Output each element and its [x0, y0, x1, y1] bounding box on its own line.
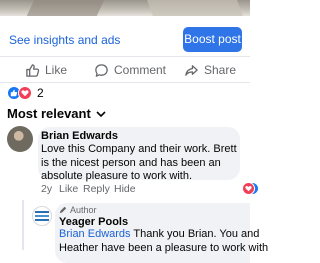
comment-sort-label: Most relevant	[7, 106, 91, 121]
reply-author[interactable]: Yeager Pools	[59, 216, 128, 228]
comment-hide-link[interactable]: Hide	[114, 183, 136, 195]
author-badge: Author	[59, 205, 97, 215]
avatar[interactable]	[7, 126, 33, 152]
insights-row: See insights and ads Boost post	[0, 26, 250, 54]
divider	[0, 56, 250, 57]
like-label: Like	[45, 63, 68, 77]
reply-text-line1: Thank you Brian. You and	[130, 228, 260, 240]
comment-reply-link[interactable]: Reply	[83, 183, 110, 195]
like-button[interactable]: Like	[25, 60, 67, 80]
boost-post-button[interactable]: Boost post	[183, 27, 242, 52]
post-photo-bottom[interactable]	[0, 0, 250, 16]
comment-like-link[interactable]: Like	[59, 183, 78, 195]
see-insights-link[interactable]: See insights and ads	[9, 33, 120, 47]
divider	[0, 82, 250, 83]
comment-bubble: Brian Edwards Love this Company and thei…	[38, 127, 240, 182]
author-badge-label: Author	[70, 205, 97, 215]
comment-meta: 2y Like Reply Hide 2	[41, 182, 259, 197]
reactions-summary[interactable]: 2	[7, 85, 44, 101]
comment-button[interactable]: Comment	[94, 60, 166, 80]
comment-author[interactable]: Brian Edwards	[41, 130, 118, 142]
love-reaction-icon	[18, 86, 32, 100]
share-button[interactable]: Share	[184, 60, 236, 80]
reply-bubble: Author Yeager Pools Brian Edwards Thank …	[55, 203, 268, 263]
reply-text-line2: Heather have been a pleasure to work wit…	[59, 241, 269, 254]
chevron-down-icon	[96, 110, 106, 117]
reply-thread-line	[22, 200, 24, 250]
comment-time[interactable]: 2y	[41, 183, 52, 195]
avatar[interactable]	[32, 206, 52, 226]
post-actions-bar: Like Comment Share	[0, 58, 250, 82]
share-icon	[185, 64, 198, 76]
share-label: Share	[204, 63, 237, 77]
comment-icon	[95, 63, 108, 77]
comment-text: Love this Company and their work. Brett …	[41, 143, 237, 182]
love-reaction-icon	[242, 182, 255, 195]
pencil-icon	[59, 206, 67, 214]
thumbs-up-icon	[26, 63, 40, 77]
comment-sort-dropdown[interactable]: Most relevant	[7, 106, 106, 121]
comment-label: Comment	[114, 63, 167, 77]
reaction-count: 2	[37, 86, 44, 100]
reply-text: Brian Edwards Thank you Brian. You and H…	[59, 228, 268, 255]
mention-link[interactable]: Brian Edwards	[59, 228, 131, 240]
